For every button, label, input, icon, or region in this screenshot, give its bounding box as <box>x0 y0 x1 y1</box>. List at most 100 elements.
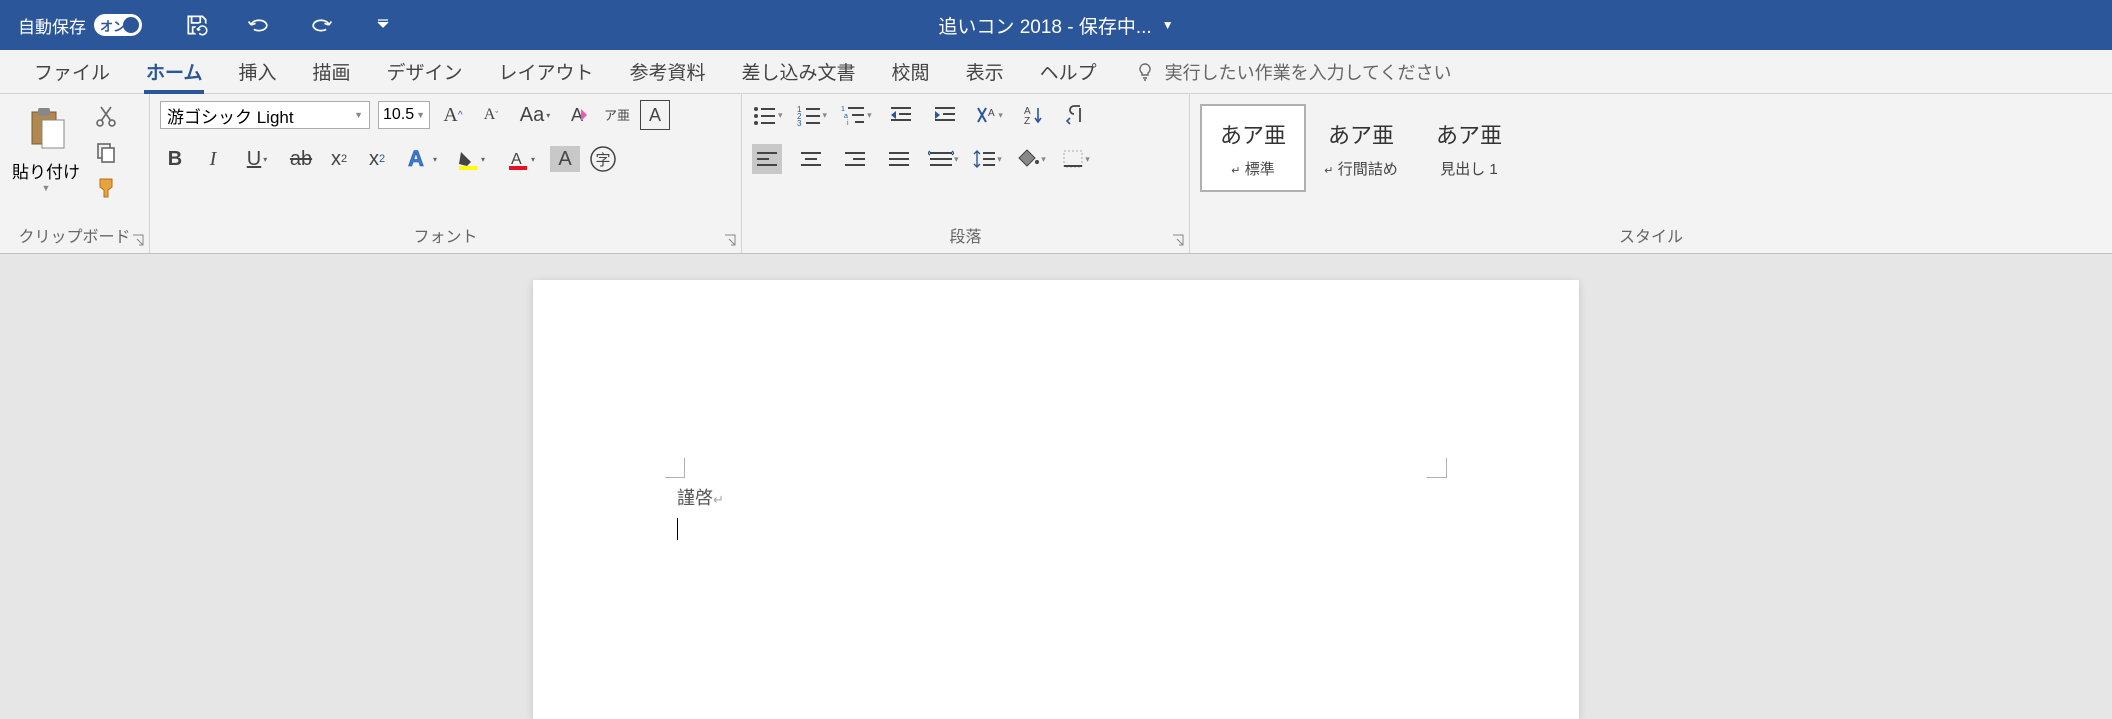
autosave-toggle[interactable]: 自動保存 オン <box>18 13 142 38</box>
save-icon[interactable] <box>184 12 210 38</box>
chevron-down-icon: ▼ <box>42 183 51 193</box>
style-preview: あア亜 <box>1436 118 1502 150</box>
lightbulb-icon <box>1135 62 1155 82</box>
undo-icon[interactable] <box>246 12 272 38</box>
phonetic-guide-button[interactable]: ア亜 <box>602 100 632 130</box>
svg-text:A: A <box>511 151 522 168</box>
align-left-button[interactable] <box>752 144 782 174</box>
font-name-value: 游ゴシック Light <box>167 103 294 128</box>
group-styles: あア亜 ↵ 標準 あア亜 ↵ 行間詰め あア亜 見出し 1 スタイル <box>1190 94 2112 253</box>
distributed-button[interactable]: ▾ <box>928 144 959 174</box>
line-spacing-button[interactable]: ▾ <box>973 144 1003 174</box>
style-name: 見出し 1 <box>1440 158 1498 179</box>
tab-view[interactable]: 表示 <box>948 50 1022 94</box>
group-font: 游ゴシック Light ▼ 10.5 ▼ A^ Aˇ Aa▾ A ア亜 <box>150 94 742 253</box>
ribbon-tabs: ファイル ホーム 挿入 描画 デザイン レイアウト 参考資料 差し込み文書 校閲… <box>0 50 2112 94</box>
paragraph-dialog-launcher-icon[interactable] <box>1171 233 1185 247</box>
style-heading1[interactable]: あア亜 見出し 1 <box>1416 104 1522 192</box>
tab-draw[interactable]: 描画 <box>294 50 368 94</box>
tab-home[interactable]: ホーム <box>128 50 220 94</box>
tab-file[interactable]: ファイル <box>16 50 128 94</box>
show-marks-button[interactable] <box>1062 100 1092 130</box>
sort-button[interactable]: AZ <box>1018 100 1048 130</box>
grow-font-button[interactable]: A^ <box>438 100 468 130</box>
tab-layout[interactable]: レイアウト <box>481 50 612 94</box>
multilevel-list-button[interactable]: 1ai▾ <box>841 100 872 130</box>
svg-text:a: a <box>844 113 848 120</box>
tell-me-search[interactable]: 実行したい作業を入力してください <box>1135 59 1452 85</box>
paragraph-group-label: 段落 <box>752 219 1179 249</box>
style-name: ↵ 標準 <box>1231 158 1274 179</box>
margin-marker-icon <box>665 458 685 478</box>
increase-indent-button[interactable] <box>930 100 960 130</box>
enclose-characters-button[interactable]: 字 <box>588 144 618 174</box>
bold-button[interactable]: B <box>160 144 190 174</box>
asian-layout-button[interactable]: A▾ <box>974 100 1004 130</box>
strikethrough-button[interactable]: ab <box>286 144 316 174</box>
shading-button[interactable]: ▾ <box>1017 144 1047 174</box>
svg-text:Z: Z <box>1024 116 1030 126</box>
align-center-button[interactable] <box>796 144 826 174</box>
styles-group-label: スタイル <box>1200 219 2102 249</box>
clipboard-group-label: クリップボード <box>10 219 139 249</box>
justify-button[interactable] <box>884 144 914 174</box>
paste-button[interactable]: 貼り付け ▼ <box>10 100 82 197</box>
font-name-combo[interactable]: 游ゴシック Light ▼ <box>160 101 370 129</box>
style-preview: あア亜 <box>1220 118 1286 150</box>
decrease-indent-button[interactable] <box>886 100 916 130</box>
tell-me-placeholder: 実行したい作業を入力してください <box>1165 59 1452 85</box>
text-cursor <box>677 518 678 540</box>
style-normal[interactable]: あア亜 ↵ 標準 <box>1200 104 1306 192</box>
redo-icon[interactable] <box>308 12 334 38</box>
group-paragraph: ▾ 123▾ 1ai▾ A▾ AZ ▾ ▾ ▾ ▾ <box>742 94 1190 253</box>
font-color-button[interactable]: A▾ <box>500 144 542 174</box>
tab-mailings[interactable]: 差し込み文書 <box>724 50 874 94</box>
font-size-value: 10.5 <box>383 106 414 124</box>
document-title: 追いコン 2018 - 保存中... ▼ <box>938 12 1173 39</box>
cut-icon[interactable] <box>94 104 118 128</box>
subscript-button[interactable]: x2 <box>324 144 354 174</box>
svg-text:i: i <box>847 120 849 126</box>
tab-insert[interactable]: 挿入 <box>220 50 294 94</box>
char-border-glyph: A <box>640 100 670 130</box>
style-preview: あア亜 <box>1328 118 1394 150</box>
clipboard-dialog-launcher-icon[interactable] <box>131 233 145 247</box>
character-shading-button[interactable]: A <box>550 146 580 172</box>
document-page[interactable]: 謹啓↵ <box>533 280 1579 719</box>
shrink-font-button[interactable]: Aˇ <box>476 100 506 130</box>
text-effects-button[interactable]: A▾ <box>400 144 442 174</box>
tab-design[interactable]: デザイン <box>368 50 480 94</box>
font-size-combo[interactable]: 10.5 ▼ <box>378 101 430 129</box>
document-body-text[interactable]: 謹啓↵ <box>677 484 1579 510</box>
qat-customize-icon[interactable] <box>370 12 396 38</box>
svg-text:A: A <box>988 108 995 119</box>
tab-help[interactable]: ヘルプ <box>1022 50 1115 94</box>
italic-button[interactable]: I <box>198 144 228 174</box>
borders-button[interactable]: ▾ <box>1061 144 1091 174</box>
change-case-button[interactable]: Aa▾ <box>514 100 556 130</box>
tab-references[interactable]: 参考資料 <box>612 50 724 94</box>
clear-formatting-button[interactable]: A <box>564 100 594 130</box>
title-dropdown-icon[interactable]: ▼ <box>1162 18 1174 32</box>
superscript-button[interactable]: x2 <box>362 144 392 174</box>
autosave-label: 自動保存 <box>18 13 86 38</box>
underline-button[interactable]: U▾ <box>236 144 278 174</box>
copy-icon[interactable] <box>94 140 118 164</box>
highlight-button[interactable]: ▾ <box>450 144 492 174</box>
styles-gallery[interactable]: あア亜 ↵ 標準 あア亜 ↵ 行間詰め あア亜 見出し 1 <box>1200 100 1522 192</box>
numbering-button[interactable]: 123▾ <box>797 100 828 130</box>
chevron-down-icon: ▼ <box>416 110 425 120</box>
toggle-switch[interactable]: オン <box>94 14 142 36</box>
format-painter-icon[interactable] <box>94 176 118 200</box>
font-dialog-launcher-icon[interactable] <box>723 233 737 247</box>
paste-icon <box>22 104 70 152</box>
align-right-button[interactable] <box>840 144 870 174</box>
tab-review[interactable]: 校閲 <box>874 50 948 94</box>
title-text: 追いコン 2018 - 保存中... <box>938 12 1151 39</box>
group-clipboard: 貼り付け ▼ クリップボード <box>0 94 150 253</box>
title-bar: 自動保存 オン 追いコン 2018 - 保存中... ▼ <box>0 0 2112 50</box>
bullets-button[interactable]: ▾ <box>752 100 783 130</box>
character-border-button[interactable]: A <box>640 100 670 130</box>
document-area[interactable]: 謹啓↵ <box>0 254 2112 719</box>
style-no-spacing[interactable]: あア亜 ↵ 行間詰め <box>1308 104 1414 192</box>
